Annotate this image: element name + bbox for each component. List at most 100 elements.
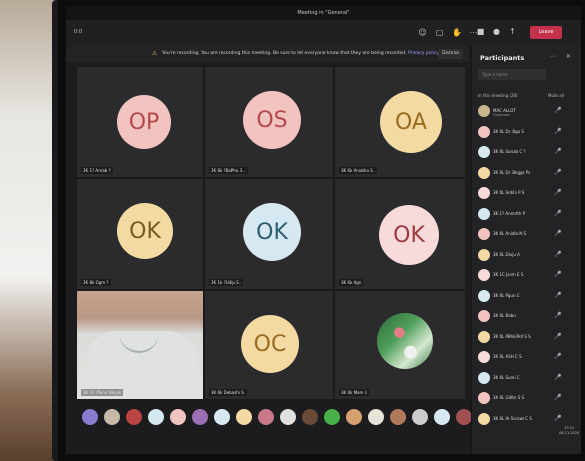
panel-title: Participants bbox=[480, 54, 525, 62]
participant-avatar bbox=[478, 392, 490, 404]
participant-name: 3K 6L Pgun C bbox=[493, 292, 520, 298]
strip-avatar[interactable] bbox=[82, 409, 98, 425]
strip-avatar[interactable] bbox=[368, 409, 384, 425]
mic-off-icon[interactable]: 🎤 bbox=[554, 415, 561, 422]
participant-name: 3K 6k Anubha S.. bbox=[339, 167, 378, 174]
mic-off-icon[interactable]: 🎤 bbox=[554, 251, 561, 258]
participant-row[interactable]: 3K 6L Dluju A 🎤 bbox=[478, 246, 578, 267]
participant-tile[interactable]: OA 3K 6k Anubha S.. bbox=[334, 66, 466, 178]
mic-off-icon[interactable]: 🎤 bbox=[554, 394, 561, 401]
participant-search-input[interactable]: Type a name bbox=[478, 69, 546, 80]
mic-off-icon[interactable]: 🎤 bbox=[554, 230, 561, 237]
participant-avatar bbox=[478, 310, 490, 322]
participant-row[interactable]: MAC ALLOT Organizer 🎤 bbox=[478, 102, 578, 123]
mic-off-icon[interactable]: 🎤 bbox=[554, 107, 561, 114]
mic-off-icon[interactable]: 🎤 bbox=[554, 333, 561, 340]
photo-scene: Meeting in "General" 0:0 ☺ ▢ ✋ ⋯ ■ ● ↑ L… bbox=[0, 0, 585, 461]
mic-off-icon[interactable]: 🎤 bbox=[554, 128, 561, 135]
participant-name: 3K 1k ?Panu Nayak bbox=[81, 389, 124, 396]
participant-row[interactable]: 3K 6L Sumi C 🎤 bbox=[478, 369, 578, 390]
strip-avatar[interactable] bbox=[148, 409, 164, 425]
participant-row[interactable]: 3K 6L Srdila P S 🎤 bbox=[478, 184, 578, 205]
leave-button[interactable]: Leave bbox=[530, 26, 562, 39]
participant-photo-avatar bbox=[377, 313, 433, 369]
participant-row[interactable]: 3K 6L Dr. Bga S 🎤 bbox=[478, 123, 578, 144]
strip-avatar[interactable] bbox=[346, 409, 362, 425]
participant-name: 3K 1C Jsnm E S bbox=[493, 272, 524, 277]
mic-off-icon[interactable]: 🎤 bbox=[554, 374, 561, 381]
participant-name: 3K 6L Babu bbox=[493, 313, 516, 318]
strip-avatar[interactable] bbox=[170, 409, 186, 425]
participant-row[interactable]: 3K 6L Babu 🎤 bbox=[478, 307, 578, 328]
participant-row[interactable]: 3K 6L ASH C S 🎤 bbox=[478, 348, 578, 369]
raise-hand-icon[interactable]: ✋ bbox=[452, 28, 462, 37]
participant-row[interactable]: 3K 6L Gdlbr S S 🎤 bbox=[478, 389, 578, 410]
monitor: Meeting in "General" 0:0 ☺ ▢ ✋ ⋯ ■ ● ↑ L… bbox=[52, 0, 585, 461]
strip-avatar[interactable] bbox=[324, 409, 340, 425]
participant-name: 3K 6k Agn bbox=[339, 279, 364, 286]
participant-tile[interactable]: OK 3K 1k ?Udip S.. bbox=[204, 178, 334, 290]
mic-off-icon[interactable]: 🎤 bbox=[554, 312, 561, 319]
strip-avatar[interactable] bbox=[434, 409, 450, 425]
strip-avatar[interactable] bbox=[258, 409, 274, 425]
participant-tile[interactable]: OS 3K 6k ?BaPhu 3... bbox=[204, 66, 334, 178]
chat-icon[interactable]: ▢ bbox=[435, 28, 444, 37]
share-icon[interactable]: ↑ bbox=[508, 27, 517, 36]
strip-avatar[interactable] bbox=[280, 409, 296, 425]
mic-off-icon[interactable]: 🎤 bbox=[554, 353, 561, 360]
strip-avatar[interactable] bbox=[214, 409, 230, 425]
participant-name: 3K 6k Mam 1 bbox=[339, 389, 370, 396]
participant-role: Organizer bbox=[493, 113, 511, 117]
privacy-policy-link[interactable]: Privacy policy bbox=[408, 51, 439, 56]
participant-avatar bbox=[478, 105, 490, 117]
mic-off-icon[interactable]: 🎤 bbox=[554, 292, 561, 299]
mic-off-icon[interactable]: 🎤 bbox=[554, 210, 561, 217]
participant-row[interactable]: 3K 6L Pgun C 🎤 bbox=[478, 287, 578, 308]
mic-off-icon[interactable]: 🎤 bbox=[554, 189, 561, 196]
participant-tile[interactable]: OP 3K 1? Arnab ? bbox=[76, 66, 204, 178]
strip-avatar[interactable] bbox=[390, 409, 406, 425]
strip-avatar[interactable] bbox=[456, 409, 472, 425]
participant-avatar: OA bbox=[380, 91, 442, 153]
participant-name: 3K 6L Anidla N S bbox=[493, 231, 527, 236]
strip-avatar[interactable] bbox=[302, 409, 318, 425]
participant-avatar bbox=[478, 228, 490, 240]
strip-avatar[interactable] bbox=[104, 409, 120, 425]
participant-avatar: OK bbox=[243, 203, 301, 261]
strip-avatar[interactable] bbox=[126, 409, 142, 425]
camera-icon[interactable]: ■ bbox=[476, 27, 485, 36]
video-grid: OP 3K 1? Arnab ? OS 3K 6k ?BaPhu 3... OA… bbox=[76, 66, 466, 401]
participant-name: 3K 1k ?Udip S.. bbox=[209, 279, 244, 286]
participants-panel: Participants ⋯ ✕ Type a name In this mee… bbox=[471, 46, 581, 454]
participant-tile[interactable]: OK 3K 6k Agn bbox=[334, 178, 466, 290]
panel-header-icons[interactable]: ⋯ ✕ bbox=[550, 53, 575, 60]
mic-off-icon[interactable]: 🎤 bbox=[554, 169, 561, 176]
participant-avatar bbox=[478, 351, 490, 363]
participant-tile[interactable]: OC 3K 6k Debashi S. bbox=[204, 290, 334, 400]
participant-name: 3K 8k Ogm ? bbox=[81, 279, 111, 286]
mute-all-button[interactable]: Mute all bbox=[548, 93, 564, 98]
people-icon[interactable]: ☺ bbox=[418, 28, 427, 37]
participant-tile[interactable]: OK 3K 8k Ogm ? bbox=[76, 178, 204, 290]
participant-name: 3K 6L PBhkiPrd S S bbox=[493, 333, 531, 339]
participant-video-tile[interactable]: 3K 1k ?Panu Nayak bbox=[76, 290, 204, 400]
participant-row[interactable]: 3K 6L Anidla N S 🎤 bbox=[478, 225, 578, 246]
dismiss-button[interactable]: Dismiss bbox=[438, 49, 464, 59]
participant-row[interactable]: 3K 6L Dr. Bkggs Ps 🎤 bbox=[478, 164, 578, 185]
strip-avatar[interactable] bbox=[192, 409, 208, 425]
participant-row[interactable]: 3K 6L PBhkiPrd S S 🎤 bbox=[478, 328, 578, 349]
section-label: In this meeting (28) bbox=[478, 93, 518, 98]
recording-message: You're recording. You are recording this… bbox=[162, 51, 439, 56]
strip-avatar[interactable] bbox=[236, 409, 252, 425]
mic-off-icon[interactable]: 🎤 bbox=[554, 271, 561, 278]
participant-name: 3K 6L Dr. Bkggs Ps bbox=[493, 169, 531, 175]
mic-off-icon[interactable]: 🎤 bbox=[554, 148, 561, 155]
participant-row[interactable]: 3K 6L Sunab C ? 🎤 bbox=[478, 143, 578, 164]
participant-row[interactable]: 3K 1? Anmrlth P 🎤 bbox=[478, 205, 578, 226]
clock-date: 08-11-2020 bbox=[559, 431, 580, 435]
participant-row[interactable]: 3K 1C Jsnm E S 🎤 bbox=[478, 266, 578, 287]
mic-icon[interactable]: ● bbox=[492, 27, 501, 36]
strip-avatar[interactable] bbox=[412, 409, 428, 425]
participant-name: 3K 1? Arnab ? bbox=[81, 167, 113, 174]
participant-tile[interactable]: 3K 6k Mam 1 bbox=[334, 290, 466, 400]
